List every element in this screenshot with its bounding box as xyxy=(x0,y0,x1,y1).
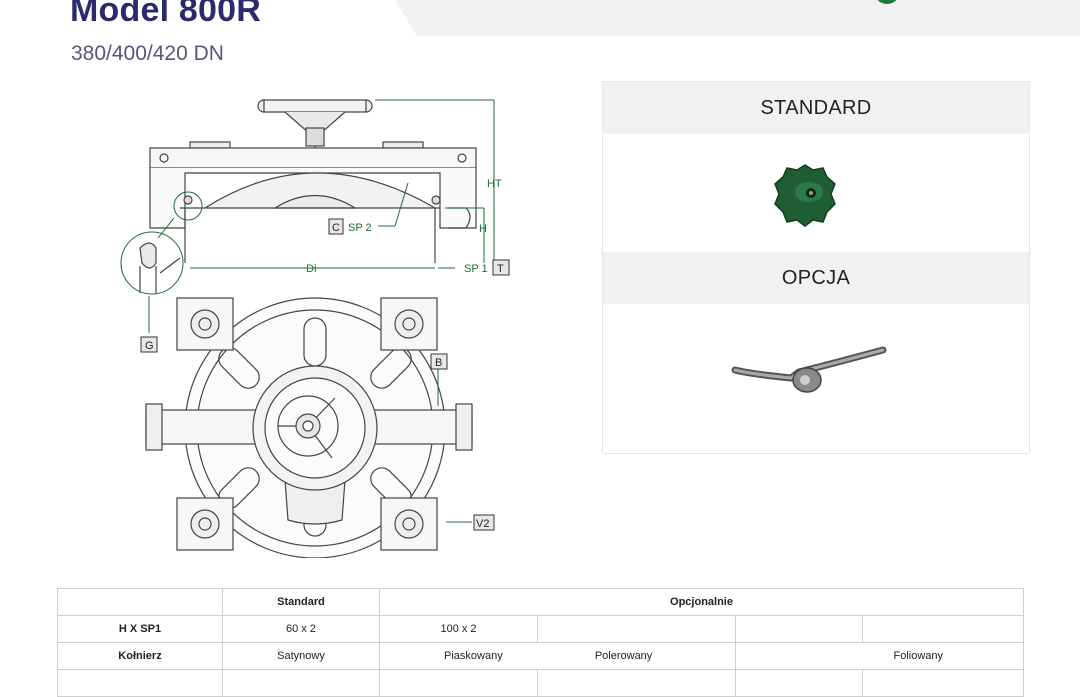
dim-g-label: G xyxy=(145,340,154,352)
page-title: Model 800R xyxy=(70,0,261,29)
table-corner-cell xyxy=(57,588,223,616)
row-label: H X SP1 xyxy=(57,615,223,643)
cell-optional-1: Piaskowany Polerowany xyxy=(379,642,736,670)
table-header-row: Standard Opcjonalnie xyxy=(57,588,1025,616)
dim-v2-label: V2 xyxy=(476,518,489,530)
header-band xyxy=(395,0,1080,36)
cell-optional-2 xyxy=(537,615,736,643)
dim-sp1-label: SP 1 xyxy=(464,263,488,275)
dim-h-label: H xyxy=(479,223,487,235)
cell-standard: 60 x 2 xyxy=(222,615,380,643)
dim-ht-label: HT xyxy=(487,178,502,190)
cell-optional-3: Foliowany xyxy=(734,642,1025,670)
cell-optional-4 xyxy=(861,615,1025,643)
lever-handle-icon xyxy=(731,344,891,398)
header-optional: Opcjonalnie xyxy=(378,588,1025,616)
row-label: Kołnierz xyxy=(57,642,223,670)
dim-b-label: B xyxy=(435,357,442,369)
table-row: H X SP1 60 x 2 100 x 2 xyxy=(57,615,1025,643)
page-subtitle: 380/400/420 DN xyxy=(71,42,224,65)
option-heading: OPCJA xyxy=(603,252,1029,304)
finish-option: Piaskowany xyxy=(444,650,503,662)
dim-di-label: Di xyxy=(306,263,316,275)
cell-optional-3 xyxy=(735,615,863,643)
technical-drawing: HT H C SP 2 Di SP 1 T G B V2 xyxy=(110,88,530,558)
dim-sp2-label: SP 2 xyxy=(348,222,372,234)
header-standard: Standard xyxy=(222,588,380,616)
specification-table: Standard Opcjonalnie H X SP1 60 x 2 100 … xyxy=(57,588,1025,697)
top-view xyxy=(145,297,473,558)
table-row xyxy=(57,669,1025,697)
standard-heading: STANDARD xyxy=(603,82,1029,134)
dim-c-label: C xyxy=(332,222,340,234)
cell-optional-1: 100 x 2 xyxy=(379,615,538,643)
table-row: Kołnierz Satynowy Piaskowany Polerowany … xyxy=(57,642,1025,670)
side-view xyxy=(149,99,477,263)
green-knob-icon xyxy=(773,162,837,228)
cell-standard: Satynowy xyxy=(222,642,380,670)
dim-t-label: T xyxy=(497,263,504,275)
handle-options-panel: STANDARD OPCJA xyxy=(602,81,1030,454)
finish-option: Polerowany xyxy=(594,650,653,662)
